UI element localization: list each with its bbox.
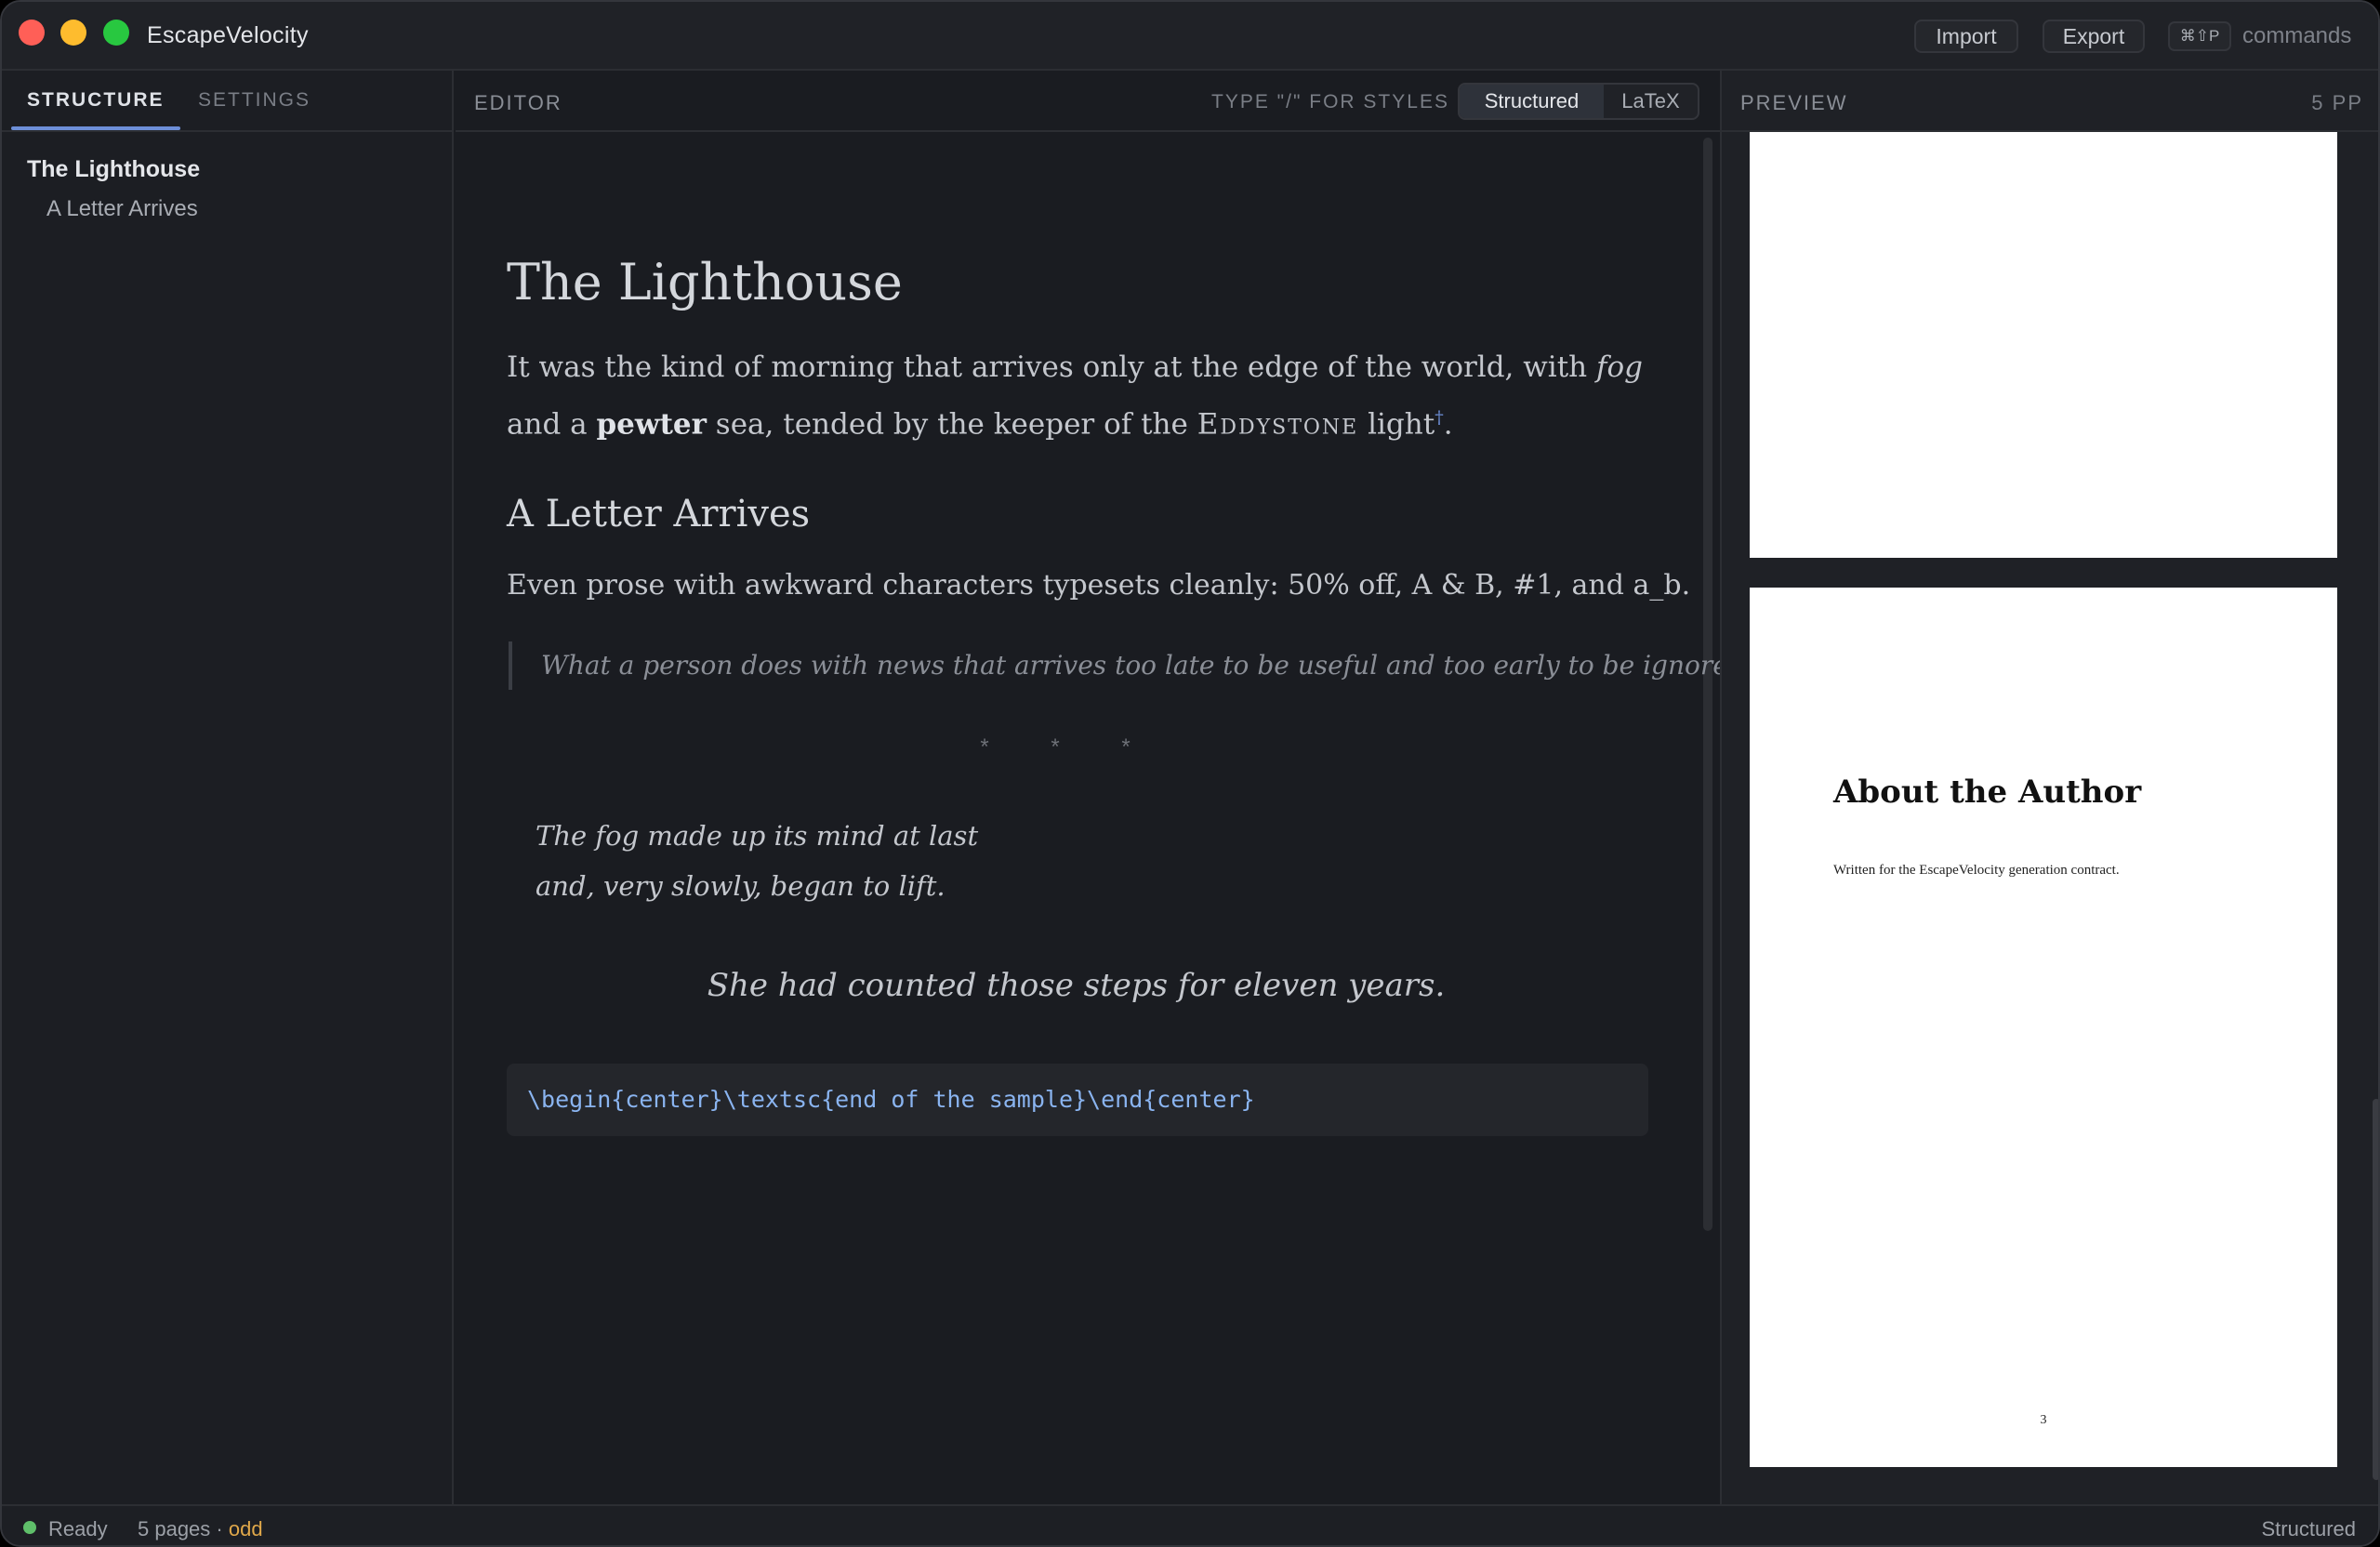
footnote-marker[interactable]: † xyxy=(1435,407,1444,428)
status-parity: odd xyxy=(228,1517,263,1540)
paragraph-text: and a xyxy=(507,407,597,442)
paragraph-text: light xyxy=(1358,407,1435,442)
small-caps-text: Eddystone xyxy=(1197,407,1359,442)
export-button[interactable]: Export xyxy=(2043,20,2145,53)
outline-item-the-lighthouse[interactable]: The Lighthouse xyxy=(27,156,200,183)
status-ready: Ready xyxy=(48,1517,108,1540)
minimize-window-button[interactable] xyxy=(60,20,86,46)
command-palette-shortcut[interactable]: ⌘⇧P xyxy=(2168,21,2231,51)
mode-structured-button[interactable]: Structured xyxy=(1460,85,1604,118)
doc-heading-2[interactable]: A Letter Arrives xyxy=(507,493,810,536)
paragraph-text: sea, tended by the keeper of the xyxy=(706,407,1197,442)
preview-scrollbar[interactable] xyxy=(2373,1099,2378,1480)
import-button[interactable]: Import xyxy=(1914,20,2018,53)
editor-scrollbar[interactable] xyxy=(1703,138,1712,1231)
doc-paragraph-2[interactable]: Even prose with awkward characters types… xyxy=(507,569,1690,602)
doc-centered-line[interactable]: She had counted those steps for eleven y… xyxy=(456,967,1697,1004)
verse-line: and, very slowly, began to lift. xyxy=(536,870,945,902)
status-mode: Structured xyxy=(2261,1517,2357,1540)
scene-break[interactable]: * * * xyxy=(456,734,1683,760)
editor-header: EDITOR TYPE "/" FOR STYLES Structured La… xyxy=(456,71,1720,132)
bold-text: pewter xyxy=(596,407,707,442)
sidebar-tabs: STRUCTURE SETTINGS xyxy=(2,71,452,132)
status-pages: 5 pages · odd xyxy=(138,1517,263,1541)
mode-toggle: Structured LaTeX xyxy=(1458,83,1699,120)
active-tab-indicator xyxy=(11,126,180,130)
latex-code-block[interactable]: \begin{center}\textsc{end of the sample}… xyxy=(507,1064,1648,1136)
paragraph-text: . xyxy=(1443,407,1453,442)
ready-status-icon xyxy=(23,1521,36,1534)
doc-verse[interactable]: The fog made up its mind at last and, ve… xyxy=(536,811,978,911)
mode-latex-button[interactable]: LaTeX xyxy=(1604,85,1698,118)
commands-label[interactable]: commands xyxy=(2242,23,2351,49)
italic-text: fog xyxy=(1596,350,1643,384)
verse-line: The fog made up its mind at last xyxy=(536,820,979,852)
status-page-count: 5 pages · xyxy=(138,1517,229,1540)
status-bar: Ready 5 pages · odd Structured xyxy=(2,1504,2378,1545)
preview-header: PREVIEW 5 PP xyxy=(1722,71,2378,132)
zoom-window-button[interactable] xyxy=(103,20,129,46)
preview-page[interactable] xyxy=(1750,132,2337,558)
doc-blockquote[interactable]: What a person does with news that arrive… xyxy=(509,641,1753,690)
outline-item-a-letter-arrives[interactable]: A Letter Arrives xyxy=(46,196,198,222)
title-bar: EscapeVelocity Import Export ⌘⇧P command… xyxy=(2,2,2378,71)
preview-page-title: About the Author xyxy=(1833,774,2142,811)
close-window-button[interactable] xyxy=(19,20,45,46)
sidebar: STRUCTURE SETTINGS The Lighthouse A Lett… xyxy=(2,71,454,1504)
app-title: EscapeVelocity xyxy=(147,22,309,48)
paragraph-text: It was the kind of morning that arrives … xyxy=(507,350,1596,384)
preview-panel: PREVIEW 5 PP About the Author Written fo… xyxy=(1720,71,2378,1504)
editor-canvas[interactable]: The Lighthouse It was the kind of mornin… xyxy=(456,132,1753,1504)
doc-heading-1[interactable]: The Lighthouse xyxy=(507,253,903,311)
tab-structure[interactable]: STRUCTURE xyxy=(27,89,165,112)
preview-page-text: Written for the EscapeVelocity generatio… xyxy=(1833,863,2120,878)
tab-settings[interactable]: SETTINGS xyxy=(198,89,311,112)
styles-hint: TYPE "/" FOR STYLES xyxy=(1211,91,1449,112)
editor-label: EDITOR xyxy=(474,91,562,114)
preview-label: PREVIEW xyxy=(1740,91,1848,114)
app-window: EscapeVelocity Import Export ⌘⇧P command… xyxy=(0,0,2380,1547)
preview-page-count: 5 PP xyxy=(2311,91,2363,114)
preview-page[interactable]: About the Author Written for the EscapeV… xyxy=(1750,588,2337,1467)
doc-paragraph-1[interactable]: It was the kind of morning that arrives … xyxy=(507,342,1659,449)
preview-page-number: 3 xyxy=(2040,1413,2047,1427)
